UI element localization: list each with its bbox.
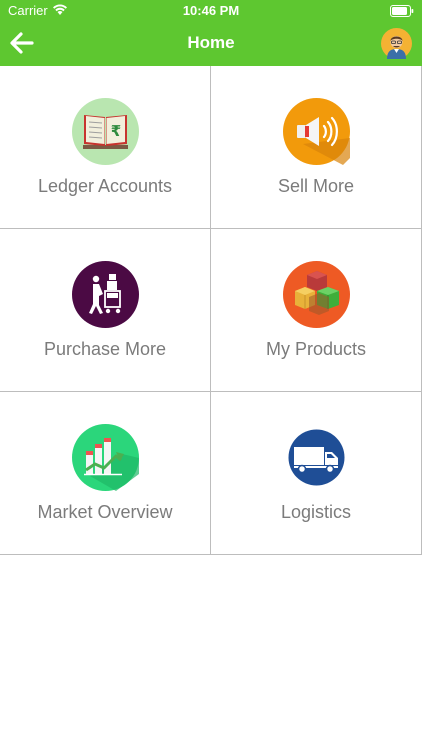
tile-label: Ledger Accounts [37,176,173,196]
tile-ledger-accounts[interactable]: ₹ Ledger Accounts [0,66,211,229]
tile-label: Market Overview [37,502,173,522]
tile-label: Logistics [280,502,352,522]
status-time: 10:46 PM [182,3,240,18]
tile-my-products[interactable]: My Products [211,229,422,392]
status-bar: Carrier 10:46 PM [0,0,422,22]
market-chart-icon [72,424,139,491]
tile-label: Purchase More [43,339,167,359]
tile-sell-more[interactable]: Sell More [211,66,422,229]
user-avatar-icon[interactable] [381,28,412,59]
page-title: Home [187,33,235,52]
megaphone-icon [283,98,350,165]
ledger-book-icon: ₹ [72,98,139,165]
delivery-truck-icon [288,429,345,486]
tile-market-overview[interactable]: Market Overview [0,392,211,555]
shopping-trolley-icon [72,261,139,328]
tile-label: My Products [265,339,367,359]
tile-logistics[interactable]: Logistics [211,392,422,555]
product-boxes-icon [283,261,350,328]
battery-icon [390,5,414,17]
tile-purchase-more[interactable]: Purchase More [0,229,211,392]
svg-text:₹: ₹ [111,122,121,140]
tile-label: Sell More [277,176,355,196]
app-header: Carrier 10:46 PM Home [0,0,422,66]
